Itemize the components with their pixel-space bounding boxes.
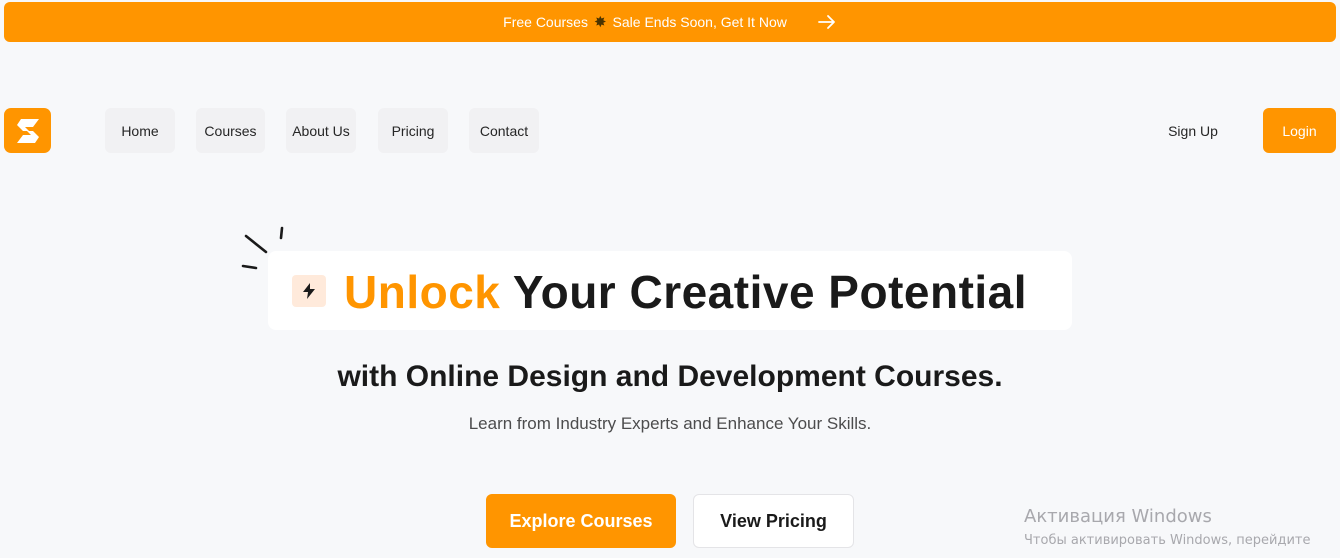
lightning-bolt-icon (292, 275, 326, 307)
windows-activation-watermark: Активация Windows Чтобы активировать Win… (1024, 506, 1311, 548)
headline-card: Unlock Your Creative Potential (268, 251, 1072, 330)
headline-rest: Your Creative Potential (512, 266, 1028, 318)
watermark-title: Активация Windows (1024, 506, 1212, 527)
brand-logo-icon[interactable] (4, 108, 51, 153)
nav-home[interactable]: Home (105, 108, 175, 153)
hero-headline: Unlock Your Creative Potential (344, 265, 1027, 319)
banner-text-sale: Sale Ends Soon, Get It Now (612, 14, 787, 30)
explore-courses-button[interactable]: Explore Courses (486, 494, 676, 548)
nav-pricing[interactable]: Pricing (378, 108, 448, 153)
sign-up-link[interactable]: Sign Up (1150, 108, 1236, 153)
nav-about-us[interactable]: About Us (286, 108, 356, 153)
promo-banner[interactable]: Free Courses ✸ Sale Ends Soon, Get It No… (4, 2, 1336, 42)
burst-icon: ✸ (593, 14, 607, 31)
arrow-right-icon[interactable] (817, 12, 837, 32)
hero-subheadline: with Online Design and Development Cours… (337, 360, 1003, 393)
banner-text-free-courses: Free Courses (503, 14, 588, 30)
watermark-line: Чтобы активировать Windows, перейдите (1024, 533, 1311, 548)
nav-contact[interactable]: Contact (469, 108, 539, 153)
logo-glyph-icon (16, 118, 39, 143)
view-pricing-button[interactable]: View Pricing (693, 494, 854, 548)
headline-accent: Unlock (344, 266, 501, 318)
hero-description: Learn from Industry Experts and Enhance … (468, 414, 872, 433)
nav-courses[interactable]: Courses (196, 108, 265, 153)
login-button[interactable]: Login (1263, 108, 1336, 153)
